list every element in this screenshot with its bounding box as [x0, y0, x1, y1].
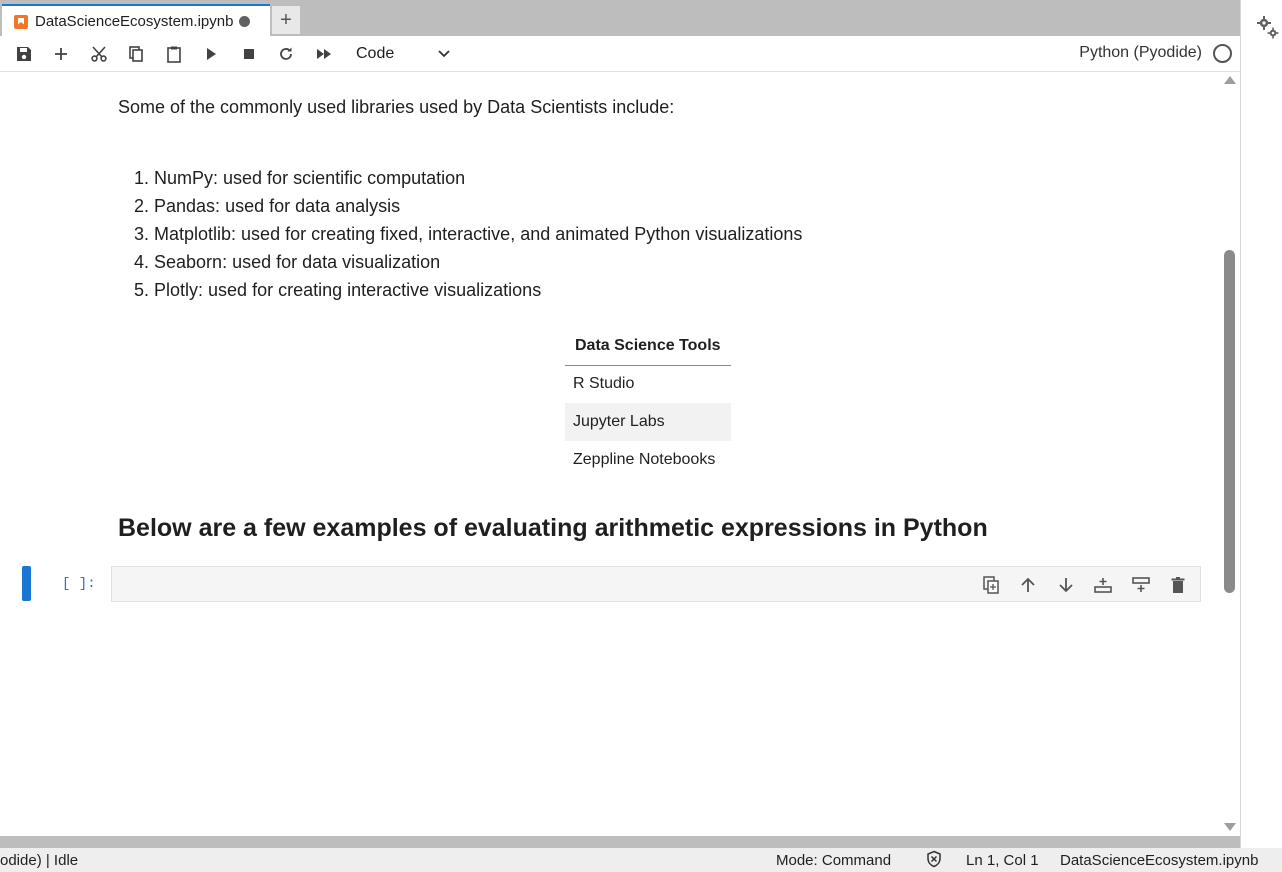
duplicate-icon: [983, 576, 999, 594]
markdown-intro: Some of the commonly used libraries used…: [118, 97, 675, 117]
tab-notebook[interactable]: DataScienceEcosystem.ipynb: [2, 4, 270, 37]
kernel-status-text[interactable]: odide) | Idle: [0, 852, 78, 869]
table-cell: Jupyter Labs: [565, 403, 731, 441]
save-button[interactable]: [11, 42, 37, 66]
fast-forward-icon: [317, 49, 331, 59]
tab-bar: DataScienceEcosystem.ipynb +: [0, 0, 1240, 37]
stop-icon: [244, 49, 254, 59]
jupyter-window: DataScienceEcosystem.ipynb + Code Python…: [0, 0, 1282, 872]
list-item: 5. Plotly: used for creating interactive…: [134, 280, 542, 300]
input-prompt: [ ]:: [62, 576, 96, 592]
table-header: Data Science Tools: [565, 328, 731, 366]
delete-cell-button[interactable]: [1167, 574, 1189, 596]
add-icon: [55, 48, 67, 60]
save-icon: [17, 47, 31, 61]
restart-run-all-button[interactable]: [311, 42, 337, 66]
panel-divider: [0, 836, 1240, 848]
insert-cell-button[interactable]: [48, 42, 74, 66]
copy-icon: [129, 46, 143, 62]
scroll-down-arrow-icon[interactable]: [1224, 823, 1236, 831]
active-cell-marker[interactable]: [22, 566, 31, 601]
list-item: 4. Seaborn: used for data visualization: [134, 252, 441, 272]
cell-type-select[interactable]: Code: [348, 42, 458, 66]
list-item: 3. Matplotlib: used for creating fixed, …: [134, 224, 803, 244]
notebook-toolbar: Code Python (Pyodide): [0, 36, 1240, 72]
move-cell-down-button[interactable]: [1055, 574, 1077, 596]
tab-title: DataScienceEcosystem.ipynb: [35, 13, 234, 30]
insert-below-icon: [1132, 577, 1150, 592]
duplicate-cell-button[interactable]: [980, 574, 1002, 596]
shield-icon[interactable]: [925, 850, 943, 868]
list-item: 2. Pandas: used for data analysis: [134, 196, 401, 216]
cut-icon: [91, 46, 107, 62]
chevron-down-icon: [438, 50, 450, 58]
paste-button[interactable]: [161, 42, 187, 66]
copy-button[interactable]: [123, 42, 149, 66]
table-row: R Studio: [565, 365, 731, 403]
notebook-icon: [14, 14, 28, 29]
arrow-up-icon: [1021, 577, 1035, 592]
list-item: 1. NumPy: used for scientific computatio…: [134, 168, 466, 188]
cursor-position[interactable]: Ln 1, Col 1: [966, 852, 1039, 869]
insert-cell-above-button[interactable]: [1092, 574, 1114, 596]
trash-icon: [1171, 577, 1185, 593]
scroll-up-arrow-icon[interactable]: [1224, 76, 1236, 84]
status-bar: odide) | Idle Mode: Command Ln 1, Col 1 …: [0, 848, 1282, 872]
restart-icon: [280, 47, 292, 60]
table-cell: R Studio: [573, 375, 635, 393]
move-cell-up-button[interactable]: [1017, 574, 1039, 596]
scrollbar-thumb[interactable]: [1224, 250, 1235, 593]
arrow-down-icon: [1059, 578, 1073, 593]
kernel-name-button[interactable]: Python (Pyodide): [1060, 44, 1202, 62]
right-sidebar: [1240, 0, 1282, 848]
insert-cell-below-button[interactable]: [1130, 574, 1152, 596]
interrupt-button[interactable]: [236, 42, 262, 66]
tools-table: Data Science Tools R Studio Jupyter Labs…: [565, 328, 731, 479]
table-row: Jupyter Labs: [565, 403, 731, 441]
run-icon: [207, 48, 216, 60]
paste-icon: [167, 46, 181, 63]
markdown-heading: Below are a few examples of evaluating a…: [118, 514, 988, 542]
table-cell: Zeppline Notebooks: [573, 451, 716, 468]
table-row: Zeppline Notebooks: [565, 441, 731, 479]
insert-above-icon: [1094, 578, 1112, 593]
kernel-status-icon: [1213, 44, 1232, 63]
new-tab-button[interactable]: +: [272, 6, 300, 34]
property-inspector-gears-icon[interactable]: [1256, 14, 1280, 40]
cut-button[interactable]: [86, 42, 112, 66]
restart-button[interactable]: [273, 42, 299, 66]
cell-type-value: Code: [356, 45, 395, 62]
unsaved-dot-icon[interactable]: [239, 16, 251, 27]
run-button[interactable]: [198, 42, 224, 66]
status-file-name: DataScienceEcosystem.ipynb: [1060, 852, 1259, 869]
mode-indicator: Mode: Command: [776, 852, 892, 869]
library-list: 1. NumPy: used for scientific computatio…: [134, 166, 802, 306]
